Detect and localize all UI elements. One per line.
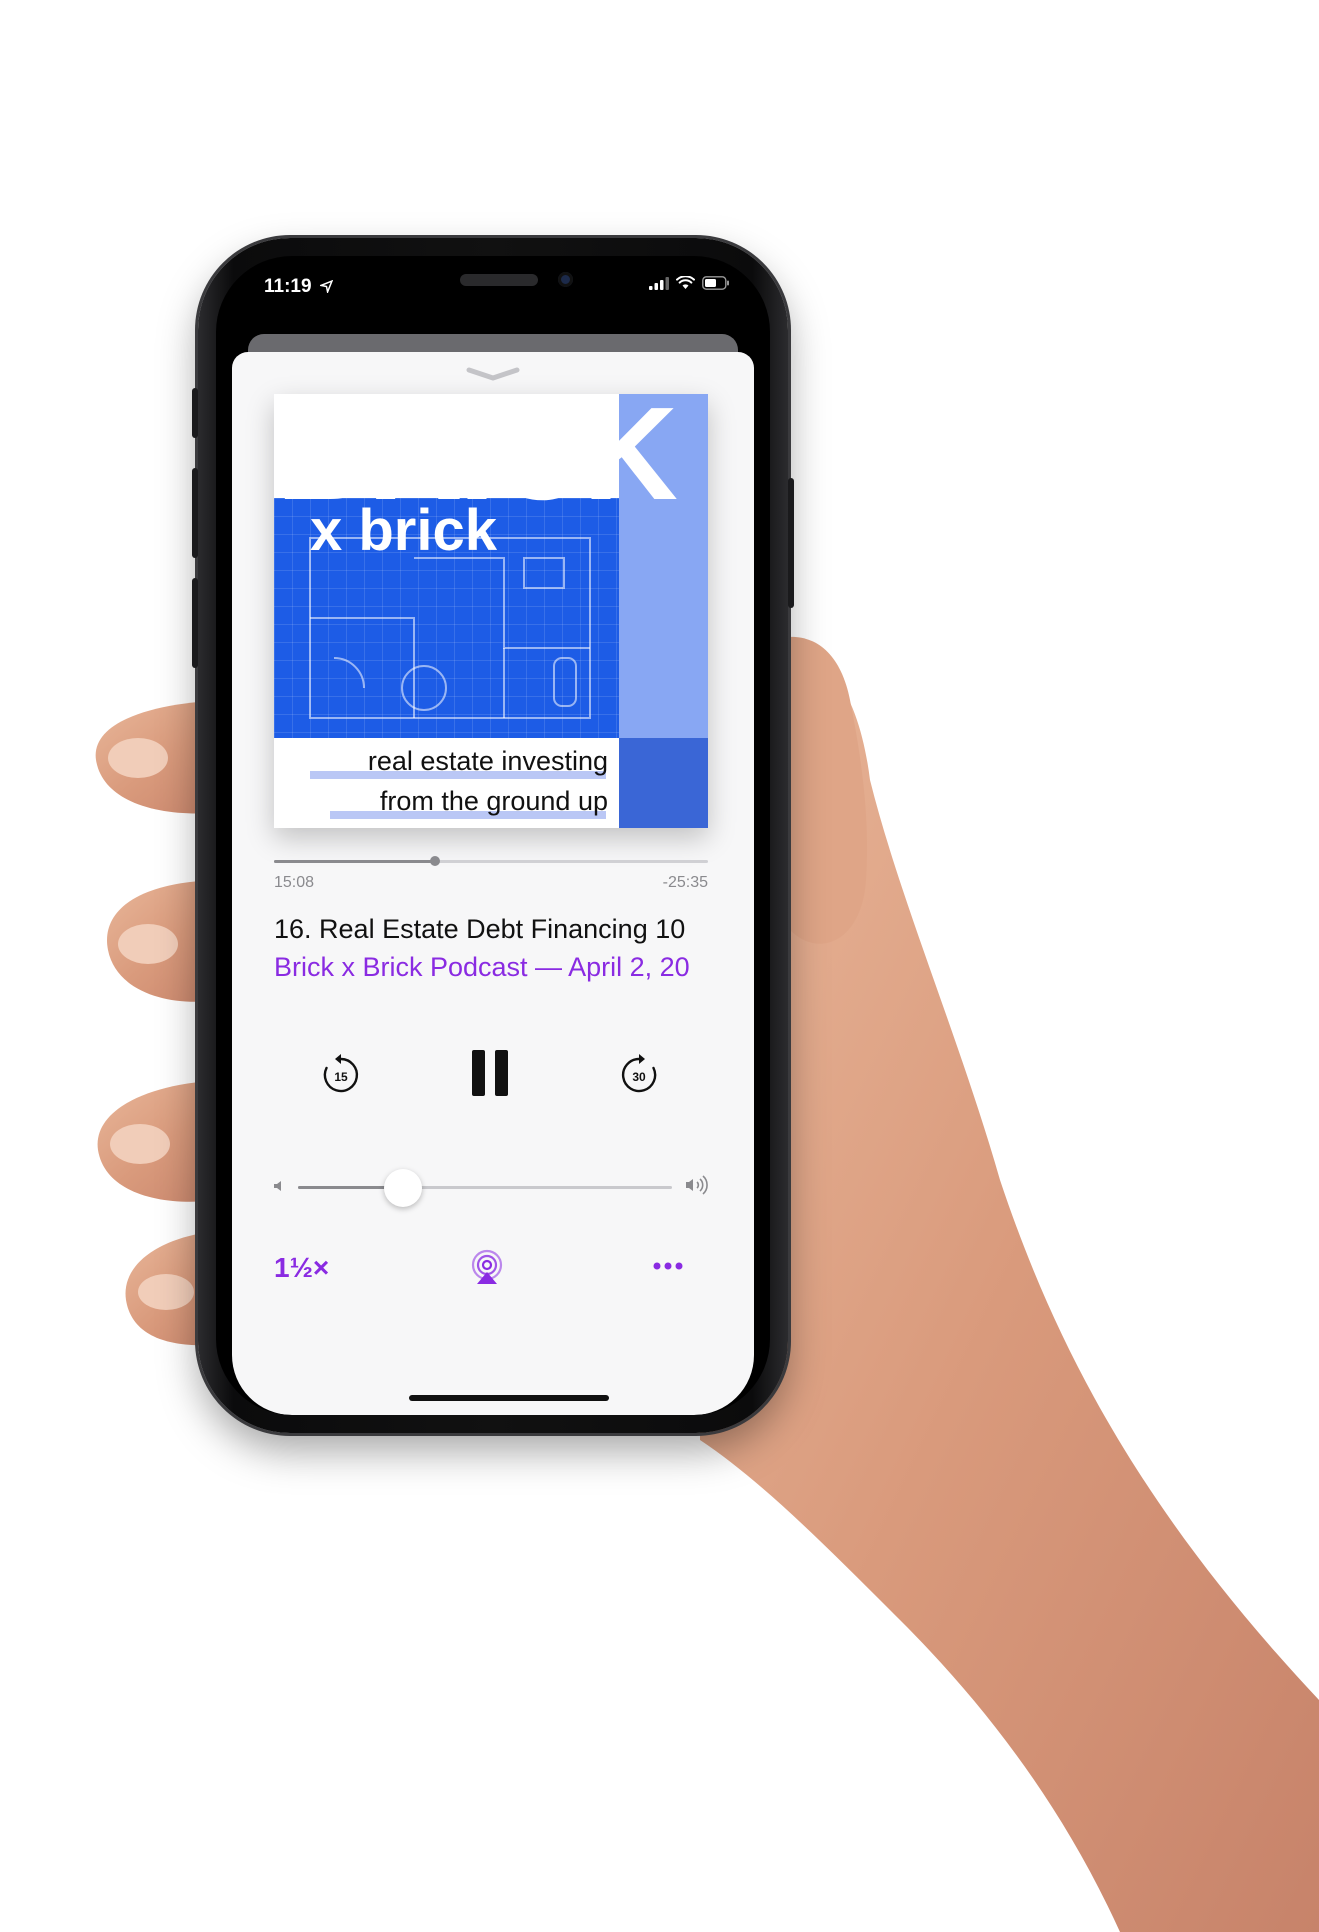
volume-min-icon (274, 1181, 281, 1191)
pause-button[interactable] (460, 1038, 520, 1108)
playback-scrubber[interactable] (274, 856, 708, 866)
text-fade (724, 908, 754, 992)
artwork-tagline-line1: real estate investing (367, 746, 608, 776)
volume-max-icon (686, 1175, 708, 1195)
camera (558, 272, 573, 287)
battery-icon (702, 276, 729, 290)
screen: 11:19 BRICK x brick real estate investin… (216, 256, 770, 1415)
skip-back-button[interactable]: 15 (318, 1052, 364, 1098)
volume-slider[interactable] (298, 1169, 672, 1207)
artwork-tagline-line2: from the ground up (379, 786, 608, 816)
skip-forward-30-icon: 30 (621, 1054, 657, 1093)
podcast-artwork: BRICK x brick real estate investing from… (274, 394, 708, 828)
notch (364, 256, 622, 308)
earpiece (460, 274, 538, 286)
remaining-time: -25:35 (662, 874, 708, 891)
more-options-icon[interactable] (652, 1260, 684, 1272)
artwork-dark-blue-block (619, 738, 708, 828)
pause-icon (472, 1050, 508, 1096)
power-button (788, 478, 794, 608)
home-indicator[interactable] (409, 1395, 609, 1401)
episode-show-link[interactable]: Brick x Brick Podcast — April 2, 20 (274, 952, 734, 983)
status-icons (649, 276, 730, 290)
chevron-down-icon[interactable] (465, 366, 521, 382)
now-playing-sheet: BRICK x brick real estate investing from… (232, 352, 754, 1415)
elapsed-time: 15:08 (274, 874, 315, 891)
playback-speed-button[interactable]: 1½× (274, 1252, 329, 1284)
skip-forward-seconds: 30 (632, 1070, 646, 1084)
location-arrow-icon (318, 279, 334, 295)
playback-scrubber-knob[interactable] (429, 856, 440, 866)
skip-forward-button[interactable]: 30 (616, 1052, 662, 1098)
status-time-text: 11:19 (264, 276, 312, 297)
playback-progress-fill (274, 860, 435, 863)
wifi-icon (676, 276, 695, 289)
status-time: 11:19 (264, 276, 334, 298)
silent-switch (192, 388, 198, 438)
volume-slider-knob[interactable] (383, 1169, 422, 1207)
phone: 11:19 BRICK x brick real estate investin… (192, 238, 794, 1433)
episode-title: 16. Real Estate Debt Financing 10 (274, 914, 686, 944)
skip-back-seconds: 15 (334, 1070, 348, 1084)
volume-up-button (192, 468, 198, 558)
airplay-icon[interactable] (468, 1248, 506, 1286)
volume-down-button (192, 578, 198, 668)
signal-icon (649, 276, 669, 290)
artwork-title-x-brick: x brick (310, 498, 497, 563)
skip-back-15-icon: 15 (323, 1054, 359, 1093)
